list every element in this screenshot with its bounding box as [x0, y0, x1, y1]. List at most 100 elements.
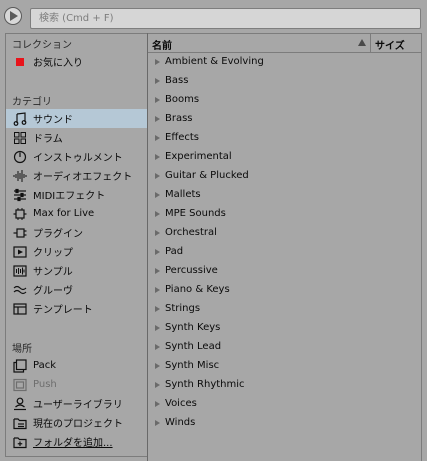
user-library-icon	[13, 397, 27, 411]
sidebar-item-clips[interactable]: クリップ	[6, 242, 148, 261]
column-separator[interactable]	[370, 34, 371, 52]
sidebar-item-push[interactable]: Push	[6, 375, 148, 394]
expand-arrow-icon[interactable]	[155, 153, 160, 160]
list-item-label: Piano & Keys	[165, 284, 230, 295]
list-item[interactable]: MPE Sounds	[148, 204, 421, 223]
top-bar	[0, 0, 427, 34]
expand-arrow-icon[interactable]	[155, 248, 160, 255]
midi-sliders-icon	[13, 188, 27, 202]
add-folder-icon	[13, 435, 27, 449]
column-header-size[interactable]: サイズ	[375, 37, 405, 52]
music-note-icon	[13, 111, 27, 126]
list-item-label: Effects	[165, 132, 199, 143]
expand-arrow-icon[interactable]	[155, 115, 160, 122]
list-item[interactable]: Synth Misc	[148, 356, 421, 375]
list-item[interactable]: Brass	[148, 109, 421, 128]
search-box[interactable]	[30, 8, 421, 29]
expand-arrow-icon[interactable]	[155, 96, 160, 103]
sidebar-item-favorites[interactable]: お気に入り	[6, 52, 148, 71]
list-item[interactable]: Pad	[148, 242, 421, 261]
expand-arrow-icon[interactable]	[155, 210, 160, 217]
project-folder-icon	[13, 416, 27, 430]
collections-heading: コレクション	[12, 40, 72, 51]
list-item-label: Pad	[165, 246, 184, 257]
content-list: 名前 サイズ Ambient & Evolving Bass Booms Bra…	[148, 33, 422, 461]
list-item[interactable]: Ambient & Evolving	[148, 52, 421, 71]
sort-ascending-icon[interactable]	[358, 39, 366, 46]
list-item[interactable]: Synth Rhythmic	[148, 375, 421, 394]
expand-arrow-icon[interactable]	[155, 77, 160, 84]
sidebar-item-samples[interactable]: サンプル	[6, 261, 148, 280]
column-header-name[interactable]: 名前	[152, 37, 172, 52]
sidebar-item-pack[interactable]: Pack	[6, 356, 148, 375]
list-item[interactable]: Mallets	[148, 185, 421, 204]
sidebar-item-user-library[interactable]: ユーザーライブラリ	[6, 394, 148, 413]
list-item-label: Booms	[165, 94, 200, 105]
list-item-label: Mallets	[165, 189, 201, 200]
list-item[interactable]: Booms	[148, 90, 421, 109]
sidebar-item-templates[interactable]: テンプレート	[6, 299, 148, 318]
sidebar-item-label: お気に入り	[33, 58, 83, 69]
preview-play-button[interactable]	[4, 7, 22, 25]
expand-arrow-icon[interactable]	[155, 400, 160, 407]
sidebar-item-midi-effects[interactable]: MIDIエフェクト	[6, 185, 148, 204]
list-item[interactable]: Bass	[148, 71, 421, 90]
expand-arrow-icon[interactable]	[155, 229, 160, 236]
waveform-icon	[13, 264, 27, 278]
sidebar-item-plugins[interactable]: プラグイン	[6, 223, 148, 242]
list-item[interactable]: Experimental	[148, 147, 421, 166]
push-icon	[13, 378, 27, 392]
max-device-icon	[13, 207, 27, 221]
sidebar-item-grooves[interactable]: グルーヴ	[6, 280, 148, 299]
sidebar-item-sounds[interactable]: サウンド	[6, 109, 148, 128]
sidebar-item-audio-effects[interactable]: オーディオエフェクト	[6, 166, 148, 185]
sidebar-item-label: サンプル	[33, 267, 73, 278]
expand-arrow-icon[interactable]	[155, 267, 160, 274]
list-item-label: Synth Lead	[165, 341, 222, 352]
drum-grid-icon	[13, 131, 27, 145]
sidebar-item-max-for-live[interactable]: Max for Live	[6, 204, 148, 223]
expand-arrow-icon[interactable]	[155, 305, 160, 312]
sidebar-item-label: サウンド	[33, 115, 73, 126]
sidebar-item-instruments[interactable]: インストゥルメント	[6, 147, 148, 166]
list-item[interactable]: Synth Lead	[148, 337, 421, 356]
list-item[interactable]: Voices	[148, 394, 421, 413]
expand-arrow-icon[interactable]	[155, 343, 160, 350]
expand-arrow-icon[interactable]	[155, 191, 160, 198]
clock-dial-icon	[13, 150, 27, 164]
clip-play-icon	[13, 245, 27, 259]
expand-arrow-icon[interactable]	[155, 58, 160, 65]
list-item-label: Synth Misc	[165, 360, 220, 371]
expand-arrow-icon[interactable]	[155, 172, 160, 179]
expand-arrow-icon[interactable]	[155, 286, 160, 293]
list-item[interactable]: Piano & Keys	[148, 280, 421, 299]
list-item[interactable]: Orchestral	[148, 223, 421, 242]
sidebar-item-label: クリップ	[33, 248, 73, 259]
expand-arrow-icon[interactable]	[155, 134, 160, 141]
expand-arrow-icon[interactable]	[155, 324, 160, 331]
plug-icon	[13, 226, 27, 240]
list-item[interactable]: Effects	[148, 128, 421, 147]
list-item-label: Winds	[165, 417, 196, 428]
list-item-label: Guitar & Plucked	[165, 170, 249, 181]
list-item[interactable]: Strings	[148, 299, 421, 318]
sidebar-item-current-project[interactable]: 現在のプロジェクト	[6, 413, 148, 432]
list-item[interactable]: Percussive	[148, 261, 421, 280]
expand-arrow-icon[interactable]	[155, 381, 160, 388]
sidebar-item-label: グルーヴ	[33, 286, 73, 297]
sidebar-item-label: オーディオエフェクト	[33, 172, 133, 183]
list-item-label: Ambient & Evolving	[165, 56, 264, 67]
list-item[interactable]: Synth Keys	[148, 318, 421, 337]
list-item-label: Orchestral	[165, 227, 217, 238]
list-item[interactable]: Guitar & Plucked	[148, 166, 421, 185]
sidebar-item-drums[interactable]: ドラム	[6, 128, 148, 147]
list-item-label: MPE Sounds	[165, 208, 226, 219]
sidebar-item-add-folder[interactable]: フォルダを追加...	[6, 432, 148, 451]
expand-arrow-icon[interactable]	[155, 419, 160, 426]
expand-arrow-icon[interactable]	[155, 362, 160, 369]
list-item[interactable]: Winds	[148, 413, 421, 432]
sidebar-item-label: ユーザーライブラリ	[33, 400, 123, 411]
search-input[interactable]	[31, 9, 420, 28]
sidebar-item-label: プラグイン	[33, 229, 83, 240]
list-item-label: Percussive	[165, 265, 218, 276]
